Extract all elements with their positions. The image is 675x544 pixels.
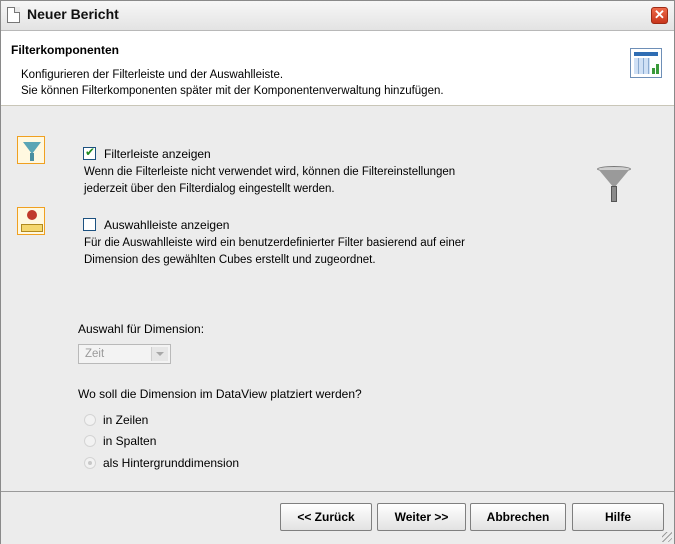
radio-button-selected[interactable] <box>84 457 96 469</box>
radio-label-rows: in Zeilen <box>103 413 149 427</box>
chevron-down-icon[interactable] <box>151 347 168 361</box>
dimension-select-value: Zeit <box>85 348 105 360</box>
filterbar-desc-line-2: jederzeit über den Filterdialog eingeste… <box>84 183 335 195</box>
radio-option-background[interactable]: als Hintergrunddimension <box>84 456 239 470</box>
selectionbar-icon <box>17 207 45 235</box>
filterbar-icon <box>17 136 45 164</box>
selectionbar-desc-line-1: Für die Auswahlleiste wird ein benutzerd… <box>84 237 465 249</box>
radio-label-background: als Hintergrunddimension <box>103 456 240 470</box>
button-bar: << Zurück Weiter >> Abbrechen Hilfe <box>1 491 674 544</box>
resize-grip-icon[interactable] <box>662 532 672 542</box>
radio-button[interactable] <box>84 414 96 426</box>
help-button[interactable]: Hilfe <box>572 503 664 531</box>
filterbar-checkbox[interactable] <box>83 145 96 160</box>
title-bar[interactable]: Neuer Bericht ✕ <box>1 1 674 31</box>
selectionbar-desc-line-2: Dimension des gewählten Cubes erstellt u… <box>84 254 376 266</box>
radio-button[interactable] <box>84 435 96 447</box>
filterbar-desc-line-1: Wenn die Filterleiste nicht verwendet wi… <box>84 166 456 178</box>
dimension-label: Auswahl für Dimension: <box>78 322 205 336</box>
close-button[interactable]: ✕ <box>651 7 668 24</box>
report-chart-icon <box>630 48 662 78</box>
back-button[interactable]: << Zurück <box>280 503 372 531</box>
radio-label-columns: in Spalten <box>103 434 157 448</box>
placement-question: Wo soll die Dimension im DataView platzi… <box>78 387 362 401</box>
header-line-2: Sie können Filterkomponenten später mit … <box>21 85 444 97</box>
filterbar-label[interactable]: Filterleiste anzeigen <box>104 147 211 161</box>
wizard-header: Filterkomponenten Konfigurieren der Filt… <box>1 31 674 106</box>
document-icon <box>7 7 20 23</box>
dialog-window: Neuer Bericht ✕ Filterkomponenten Konfig… <box>0 0 675 544</box>
filterbar-description: Wenn die Filterleiste nicht verwendet wi… <box>84 164 455 198</box>
radio-option-columns[interactable]: in Spalten <box>84 434 156 448</box>
header-line-1: Konfigurieren der Filterleiste und der A… <box>21 69 284 81</box>
selectionbar-description: Für die Auswahlleiste wird ein benutzerd… <box>84 235 465 269</box>
funnel-icon <box>597 166 631 206</box>
next-button[interactable]: Weiter >> <box>377 503 466 531</box>
cancel-button[interactable]: Abbrechen <box>470 503 566 531</box>
wizard-content: Filterleiste anzeigen Wenn die Filterlei… <box>1 106 674 491</box>
selectionbar-label[interactable]: Auswahlleiste anzeigen <box>104 218 229 232</box>
dimension-select[interactable]: Zeit <box>78 344 171 364</box>
radio-option-rows[interactable]: in Zeilen <box>84 413 148 427</box>
window-title: Neuer Bericht <box>27 6 119 22</box>
selectionbar-checkbox[interactable] <box>83 218 96 231</box>
header-description: Konfigurieren der Filterleiste und der A… <box>21 67 444 99</box>
header-title: Filterkomponenten <box>11 43 120 57</box>
